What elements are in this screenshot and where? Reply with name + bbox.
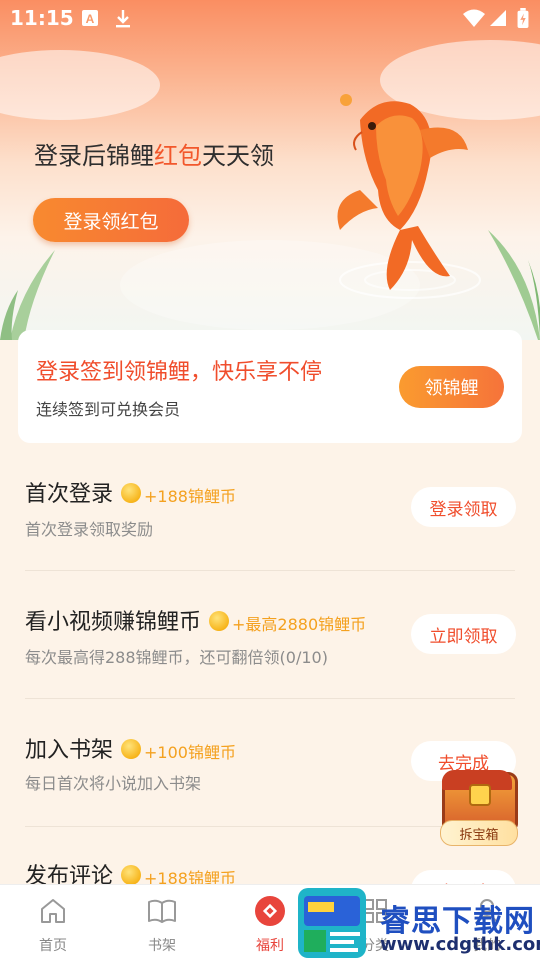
task-reward: +最高2880锦鲤币: [232, 615, 367, 634]
task-title: 加入书架: [25, 738, 114, 763]
nav-label: 书架: [148, 938, 176, 954]
task-action-button[interactable]: 登录领取: [411, 487, 516, 527]
task-action-button[interactable]: 立即领取: [411, 614, 516, 654]
task-title-row: 加入书架 +100锦鲤币: [25, 732, 236, 764]
download-icon: [116, 10, 130, 28]
task-description: 每次最高得288锦鲤币，还可翻倍领(0/10): [25, 648, 328, 667]
task-title: 首次登录: [25, 482, 114, 507]
task-title: 看小视频赚锦鲤币: [25, 610, 202, 635]
task-description: 每日首次将小说加入书架: [25, 774, 202, 793]
task-title: 发布评论: [25, 864, 114, 884]
coin-icon: [121, 865, 142, 884]
coin-icon: [121, 483, 142, 503]
watermark-url: www.cdgthk.com: [380, 934, 540, 955]
nav-label: 福利: [256, 938, 284, 954]
wifi-icon: [463, 9, 485, 27]
task-description: 首次登录领取奖励: [25, 520, 154, 539]
divider: [25, 698, 515, 699]
hero-headline: 登录后锦鲤红包天天领: [34, 136, 274, 171]
nav-item-bookshelf[interactable]: 书架: [127, 895, 197, 955]
signin-card: 登录签到领锦鲤，快乐享不停 连续签到可兑换会员 领锦鲤: [18, 330, 522, 443]
gift-icon: [255, 896, 285, 926]
coin-icon: [209, 611, 230, 631]
koi-fish-illustration: [337, 94, 481, 299]
task-title-row: 发布评论 +188锦鲤币: [25, 858, 236, 884]
task-item: 首次登录 +188锦鲤币 首次登录领取奖励 登录领取: [0, 444, 540, 572]
watermark-logo-icon: [298, 888, 366, 958]
nav-item-home[interactable]: 首页: [18, 895, 88, 955]
site-watermark: 睿思下载网 www.cdgthk.com: [298, 888, 540, 960]
nav-label: 首页: [39, 938, 67, 954]
coin-icon: [121, 739, 142, 759]
login-red-packet-button[interactable]: 登录领红包: [33, 198, 189, 242]
svg-text:A: A: [86, 12, 95, 26]
task-reward: +188锦鲤币: [144, 487, 236, 506]
task-title-row: 看小视频赚锦鲤币 +最高2880锦鲤币: [25, 604, 366, 636]
book-icon: [148, 899, 176, 923]
signin-subtitle: 连续签到可兑换会员: [36, 400, 181, 419]
headline-text: 天天领: [202, 142, 274, 170]
claim-koi-button[interactable]: 领锦鲤: [399, 366, 504, 408]
treasure-label: 拆宝箱: [440, 820, 518, 846]
task-title-row: 首次登录 +188锦鲤币: [25, 476, 236, 508]
signin-title: 登录签到领锦鲤，快乐享不停: [36, 360, 323, 385]
hero-banner: 登录后锦鲤红包天天领 登录领红包: [0, 0, 540, 340]
task-item: 看小视频赚锦鲤币 +最高2880锦鲤币 每次最高得288锦鲤币，还可翻倍领(0/1…: [0, 572, 540, 700]
task-reward: +100锦鲤币: [144, 743, 236, 762]
status-bar: 11:15 A: [0, 0, 540, 36]
home-icon: [41, 899, 65, 923]
headline-highlight: 红包: [154, 142, 202, 170]
battery-charging-icon: [517, 8, 529, 28]
task-reward: +188锦鲤币: [144, 869, 236, 884]
headline-text: 登录后锦鲤: [34, 142, 154, 170]
task-action-button[interactable]: 去评论: [411, 870, 516, 884]
notification-a-icon: A: [82, 10, 98, 26]
lock-icon: [469, 784, 491, 806]
cloud-decoration: [0, 50, 160, 120]
cellular-signal-icon: [490, 10, 506, 26]
divider: [25, 570, 515, 571]
leaf-decoration: [0, 250, 55, 340]
status-time: 11:15: [10, 6, 74, 30]
nav-item-welfare[interactable]: 福利: [235, 895, 305, 955]
treasure-box-button[interactable]: 拆宝箱: [434, 766, 520, 846]
